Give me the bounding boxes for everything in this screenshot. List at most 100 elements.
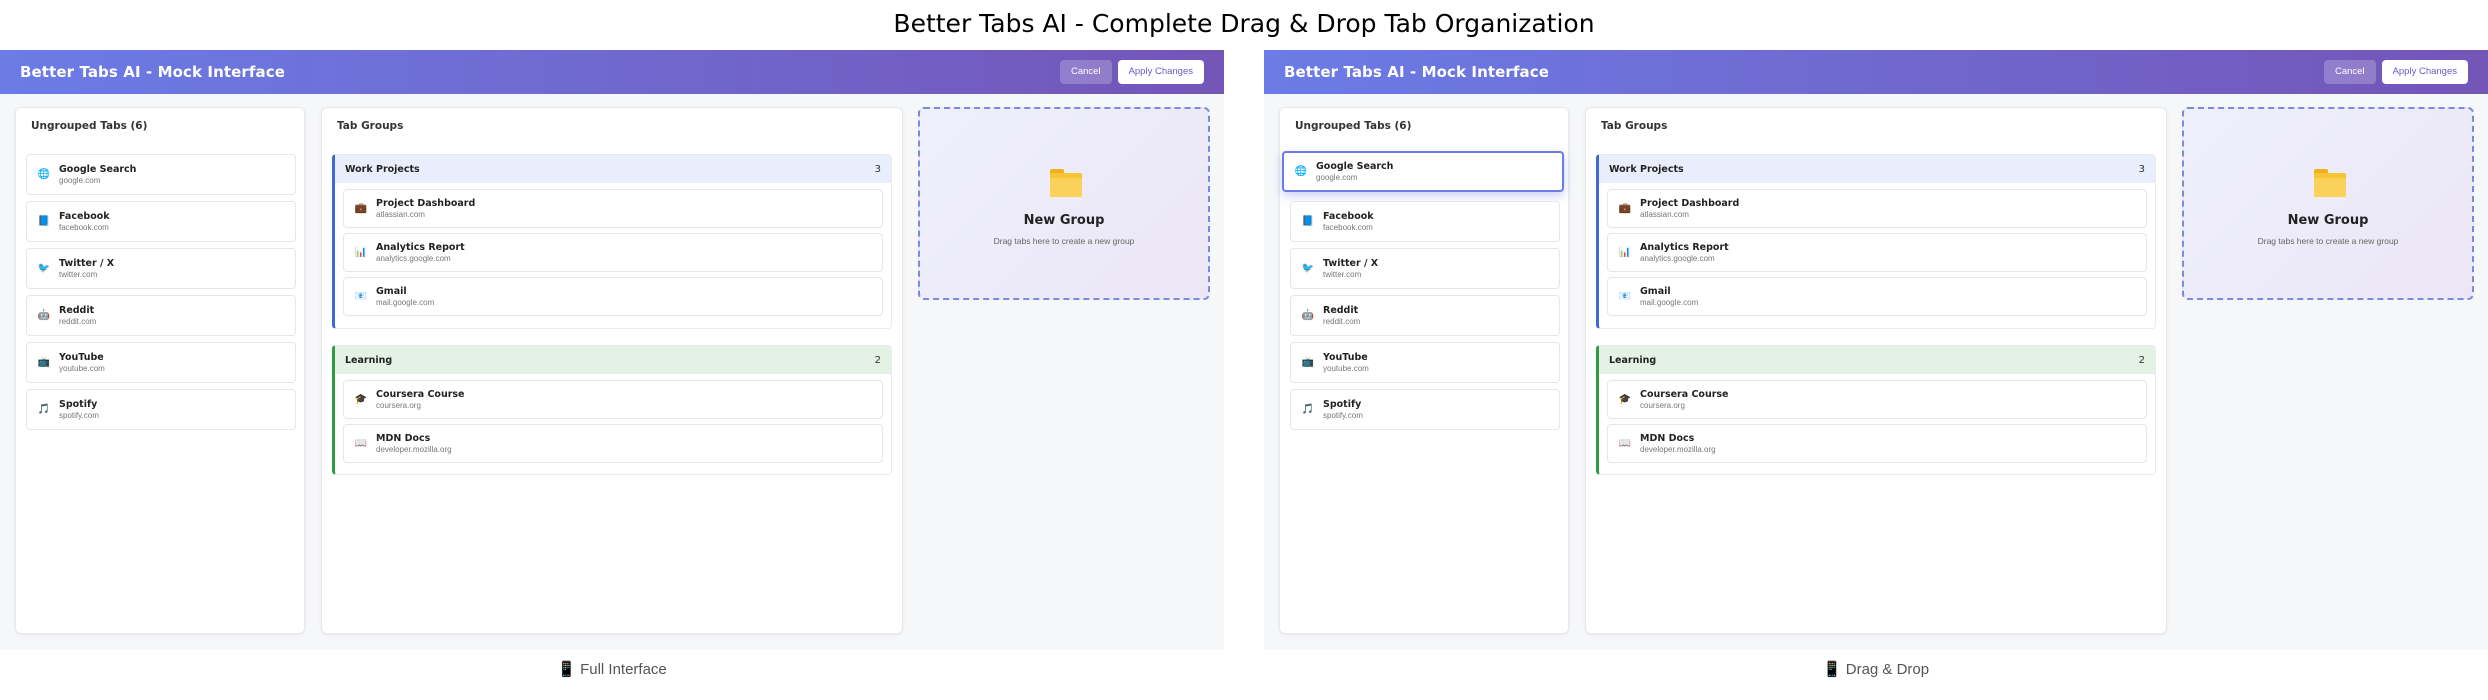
tab-url: developer.mozilla.org: [1640, 444, 1716, 454]
tab-text: YouTube youtube.com: [59, 352, 105, 374]
twitter-icon: 🐦: [1301, 262, 1315, 274]
tab-item[interactable]: 🐦 Twitter / X twitter.com: [1290, 248, 1560, 289]
tab-text: Google Search google.com: [59, 164, 136, 186]
tab-item[interactable]: 🐦 Twitter / X twitter.com: [26, 248, 296, 289]
tab-text: Coursera Course coursera.org: [376, 389, 465, 411]
book-icon: 📖: [1618, 437, 1632, 449]
group-tab-list: 🎓 Coursera Course coursera.org 📖 MDN Doc…: [335, 374, 891, 463]
new-group-drop-zone[interactable]: New Group Drag tabs here to create a new…: [918, 107, 1210, 300]
tab-item[interactable]: 🌐 Google Search google.com: [26, 154, 296, 195]
tab-item[interactable]: 🎓 Coursera Course coursera.org: [1607, 380, 2147, 419]
new-group-drop-zone[interactable]: New Group Drag tabs here to create a new…: [2182, 107, 2474, 300]
tab-url: facebook.com: [59, 222, 109, 232]
tab-group[interactable]: Learning 2 🎓 Coursera Course coursera.or…: [1596, 345, 2156, 475]
tab-text: YouTube youtube.com: [1323, 352, 1369, 374]
tab-item[interactable]: 📘 Facebook facebook.com: [1290, 201, 1560, 242]
youtube-icon: 📺: [1301, 356, 1315, 368]
tab-name: Twitter / X: [1323, 257, 1379, 269]
graduation-cap-icon: 🎓: [354, 393, 368, 405]
twitter-icon: 🐦: [37, 262, 51, 274]
tab-item[interactable]: 📊 Analytics Report analytics.google.com: [343, 233, 883, 272]
tab-name: Spotify: [59, 398, 98, 410]
apply-changes-button[interactable]: Apply Changes: [2381, 60, 2468, 84]
group-name: Learning: [345, 354, 393, 366]
tab-group[interactable]: Work Projects 3 💼 Project Dashboard atla…: [332, 154, 892, 329]
tab-item[interactable]: 📘 Facebook facebook.com: [26, 201, 296, 242]
tab-item[interactable]: 💼 Project Dashboard atlassian.com: [1607, 189, 2147, 228]
tab-item[interactable]: 💼 Project Dashboard atlassian.com: [343, 189, 883, 228]
tab-text: Twitter / X twitter.com: [59, 258, 114, 280]
tab-groups-title: Tab Groups: [1601, 120, 1668, 132]
group-tab-list: 💼 Project Dashboard atlassian.com 📊 Anal…: [335, 183, 891, 316]
tab-item[interactable]: 🎵 Spotify spotify.com: [1290, 389, 1560, 430]
tab-item[interactable]: 📺 YouTube youtube.com: [26, 342, 296, 383]
group-name: Work Projects: [1609, 163, 1684, 175]
group-count: 2: [874, 354, 881, 366]
tab-item[interactable]: 🤖 Reddit reddit.com: [1290, 295, 1560, 336]
tab-name: Facebook: [59, 210, 110, 222]
group-header[interactable]: Work Projects 3: [335, 155, 891, 183]
tab-text: MDN Docs developer.mozilla.org: [1640, 433, 1716, 455]
new-group-subtitle: Drag tabs here to create a new group: [993, 236, 1135, 246]
chart-icon: 📊: [354, 246, 368, 258]
cancel-button[interactable]: Cancel: [1059, 60, 1112, 84]
group-header[interactable]: Work Projects 3: [1599, 155, 2155, 183]
tab-item[interactable]: 🤖 Reddit reddit.com: [26, 295, 296, 336]
tab-url: facebook.com: [1323, 222, 1373, 232]
youtube-icon: 📺: [37, 356, 51, 368]
folder-icon: [1050, 169, 1082, 197]
dragging-tab-item[interactable]: 🌐 Google Search google.com: [1282, 151, 1564, 192]
tab-item[interactable]: 📧 Gmail mail.google.com: [1607, 277, 2147, 316]
cancel-button[interactable]: Cancel: [2323, 60, 2376, 84]
tab-name: Twitter / X: [59, 257, 115, 269]
tab-item[interactable]: 📊 Analytics Report analytics.google.com: [1607, 233, 2147, 272]
tab-text: Twitter / X twitter.com: [1323, 258, 1378, 280]
tab-groups-column: Tab Groups Work Projects 3 💼 Project Das…: [321, 107, 903, 634]
tab-item[interactable]: 📖 MDN Docs developer.mozilla.org: [1607, 424, 2147, 463]
tab-url: mail.google.com: [1640, 297, 1699, 307]
briefcase-icon: 💼: [1618, 202, 1632, 214]
tab-item[interactable]: 🎓 Coursera Course coursera.org: [343, 380, 883, 419]
group-header[interactable]: Learning 2: [335, 346, 891, 374]
tab-text: Gmail mail.google.com: [376, 286, 434, 308]
facebook-icon: 📘: [1301, 215, 1315, 227]
globe-icon: 🌐: [1294, 165, 1308, 177]
tab-groups-title: Tab Groups: [337, 120, 404, 132]
tab-name: Analytics Report: [376, 241, 465, 253]
globe-icon: 🌐: [37, 168, 51, 180]
reddit-icon: 🤖: [1301, 309, 1315, 321]
tab-text: Facebook facebook.com: [1323, 211, 1374, 233]
folder-icon: [2314, 169, 2346, 197]
tab-item[interactable]: 📺 YouTube youtube.com: [1290, 342, 1560, 383]
group-count: 3: [2138, 163, 2145, 175]
group-header[interactable]: Learning 2: [1599, 346, 2155, 374]
tab-text: Analytics Report analytics.google.com: [1640, 242, 1729, 264]
tab-item[interactable]: 🎵 Spotify spotify.com: [26, 389, 296, 430]
tab-url: analytics.google.com: [376, 253, 451, 263]
apply-changes-button[interactable]: Apply Changes: [1117, 60, 1204, 84]
tab-item[interactable]: 📖 MDN Docs developer.mozilla.org: [343, 424, 883, 463]
facebook-icon: 📘: [37, 215, 51, 227]
tab-group[interactable]: Work Projects 3 💼 Project Dashboard atla…: [1596, 154, 2156, 329]
tab-name: Google Search: [59, 163, 137, 175]
tab-name: MDN Docs: [376, 432, 431, 444]
tab-url: developer.mozilla.org: [376, 444, 452, 454]
tab-url: youtube.com: [1323, 363, 1369, 373]
group-name: Learning: [1609, 354, 1657, 366]
group-tab-list: 💼 Project Dashboard atlassian.com 📊 Anal…: [1599, 183, 2155, 316]
tab-url: reddit.com: [59, 316, 97, 326]
tab-url: atlassian.com: [376, 209, 425, 219]
tab-name: Reddit: [59, 304, 95, 316]
tab-group[interactable]: Learning 2 🎓 Coursera Course coursera.or…: [332, 345, 892, 475]
app-title: Better Tabs AI - Mock Interface: [1284, 63, 1550, 81]
tab-item[interactable]: 📧 Gmail mail.google.com: [343, 277, 883, 316]
tab-text: Spotify spotify.com: [1323, 399, 1363, 421]
chart-icon: 📊: [1618, 246, 1632, 258]
tab-url: coursera.org: [1640, 400, 1685, 410]
tab-url: twitter.com: [59, 269, 98, 279]
app-title: Better Tabs AI - Mock Interface: [20, 63, 286, 81]
header-buttons: Cancel Apply Changes: [1059, 60, 1204, 84]
tab-text: Project Dashboard atlassian.com: [1640, 198, 1739, 220]
music-icon: 🎵: [1301, 403, 1315, 415]
tab-text: Facebook facebook.com: [59, 211, 110, 233]
